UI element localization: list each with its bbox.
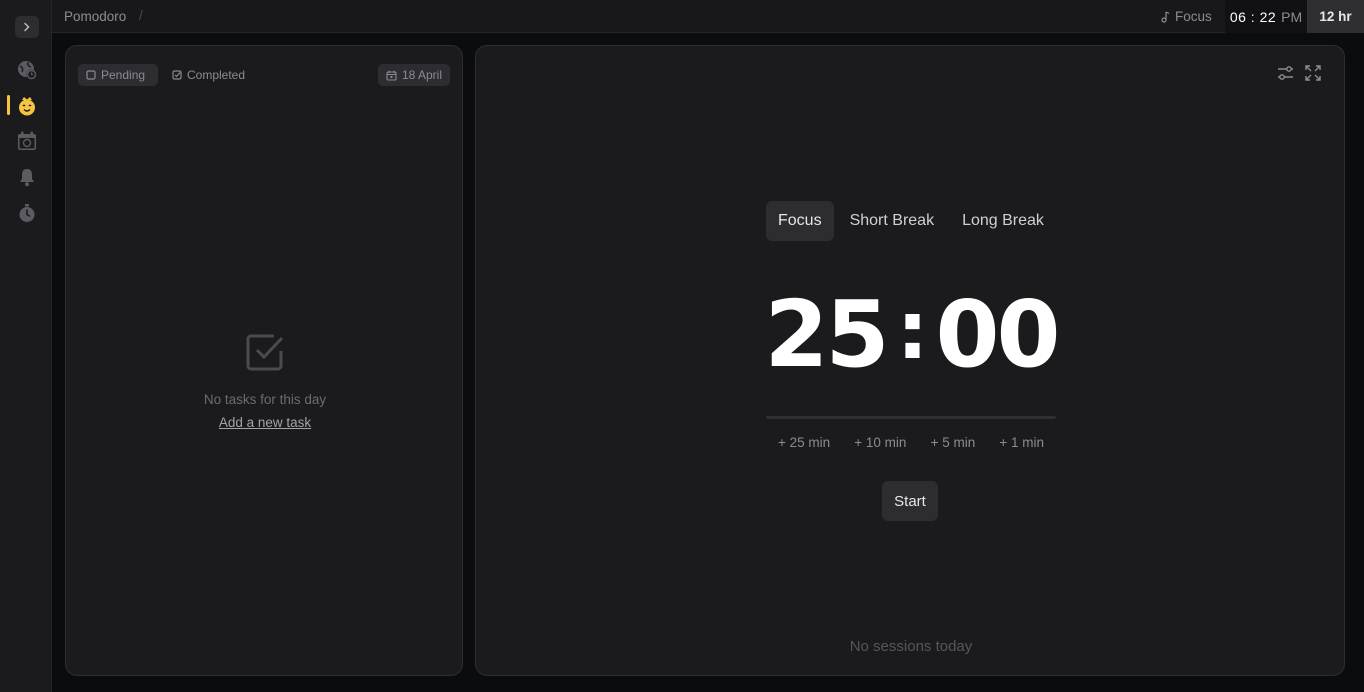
- start-button[interactable]: Start: [882, 481, 938, 521]
- clock-ampm: PM: [1281, 8, 1303, 25]
- checkbox-checked-icon: [172, 70, 182, 80]
- clock-time: 06 : 22: [1229, 8, 1277, 25]
- globe-clock-icon: [18, 61, 37, 80]
- date-label: 18 April: [401, 68, 442, 82]
- active-indicator: [7, 95, 10, 115]
- settings-button[interactable]: [1276, 64, 1294, 82]
- sidebar-item-calendar[interactable]: [15, 129, 39, 153]
- chevron-right-icon: [24, 22, 30, 32]
- timer-toolbar: [1276, 64, 1322, 82]
- time-format-toggle[interactable]: 12 hr: [1307, 0, 1364, 33]
- tab-short-break[interactable]: Short Break: [838, 201, 946, 241]
- tab-long-break[interactable]: Long Break: [950, 201, 1056, 241]
- add-1-min-button[interactable]: + 1 min: [999, 435, 1044, 450]
- music-note-icon: [1161, 10, 1170, 23]
- add-25-min-button[interactable]: + 25 min: [778, 435, 830, 450]
- tasks-empty-state: No tasks for this day Add a new task: [66, 331, 464, 432]
- clock-display: 06 : 22 PM: [1225, 0, 1307, 33]
- timer-panel: Focus Short Break Long Break 25 : 00 + 2…: [475, 45, 1345, 676]
- add-task-link[interactable]: Add a new task: [219, 415, 311, 430]
- sidebar-item-reminders[interactable]: [15, 165, 39, 189]
- add-time-options: + 25 min + 10 min + 5 min + 1 min: [766, 435, 1056, 450]
- tasks-panel: Pending Completed 18 April No tasks for …: [65, 45, 463, 676]
- sidebar: [0, 0, 52, 692]
- pomodoro-face-icon: [19, 97, 35, 116]
- square-icon: [86, 70, 96, 80]
- add-5-min-button[interactable]: + 5 min: [931, 435, 976, 450]
- mode-label: Focus: [1175, 9, 1212, 24]
- sidebar-item-pomodoro[interactable]: [15, 94, 39, 118]
- timer-colon: :: [896, 283, 929, 377]
- filter-pending-label: Pending: [101, 68, 146, 82]
- breadcrumb[interactable]: Pomodoro: [64, 9, 126, 24]
- timer-minutes: 25: [764, 280, 889, 388]
- stopwatch-icon: [19, 204, 35, 222]
- breadcrumb-separator: /: [139, 8, 143, 23]
- calendar-icon: [386, 70, 397, 81]
- timer-seconds: 00: [935, 280, 1061, 388]
- sliders-icon: [1277, 66, 1293, 80]
- sessions-status: No sessions today: [849, 638, 973, 655]
- timer-mode-tabs: Focus Short Break Long Break: [766, 201, 1056, 241]
- empty-message: No tasks for this day: [203, 392, 327, 407]
- sidebar-item-world-clock[interactable]: [15, 58, 39, 82]
- current-mode-indicator: Focus: [1160, 9, 1212, 24]
- expand-icon: [1305, 65, 1321, 81]
- filter-completed-button[interactable]: Completed: [164, 64, 253, 86]
- timer-display: 25 : 00: [764, 281, 1060, 388]
- checkbox-large-icon: [246, 334, 284, 371]
- tab-focus[interactable]: Focus: [766, 201, 834, 241]
- timer-progress-bar: [766, 416, 1056, 419]
- filter-completed-label: Completed: [187, 68, 246, 82]
- calendar-check-icon: [18, 131, 36, 150]
- fullscreen-button[interactable]: [1304, 64, 1322, 82]
- date-picker-button[interactable]: 18 April: [377, 64, 450, 86]
- sidebar-item-stopwatch[interactable]: [15, 201, 39, 225]
- bell-icon: [20, 169, 34, 187]
- top-bar: Pomodoro / Focus 06 : 22 PM 12 hr: [52, 0, 1364, 33]
- sidebar-expand-button[interactable]: [15, 16, 39, 38]
- filter-pending-button[interactable]: Pending: [78, 64, 158, 86]
- add-10-min-button[interactable]: + 10 min: [854, 435, 906, 450]
